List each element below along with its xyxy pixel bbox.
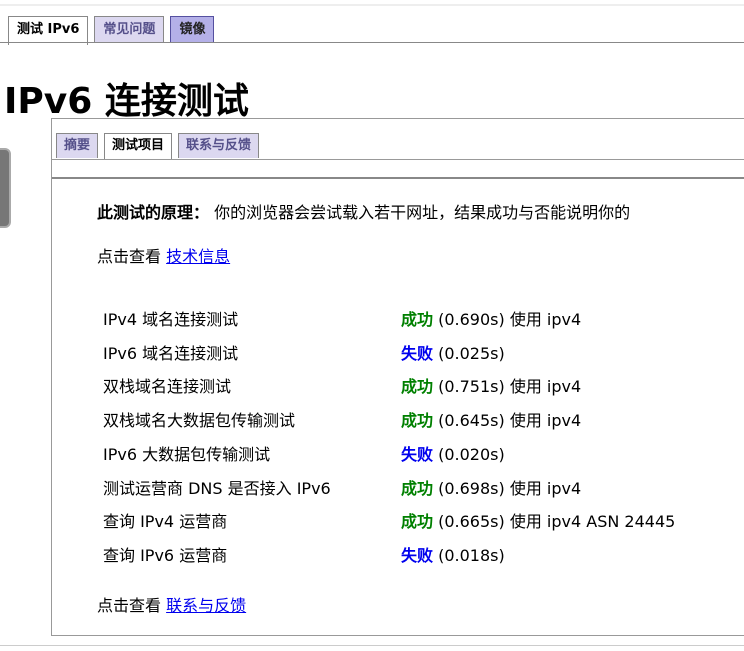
test-name: IPv4 域名连接测试	[103, 310, 239, 329]
test-result: 成功 (0.645s) 使用 ipv4	[401, 407, 581, 431]
test-name: 双栈域名大数据包传输测试	[103, 411, 296, 431]
test-name: 查询 IPv6 运营商	[103, 545, 228, 565]
test-result: 成功 (0.698s) 使用 ipv4	[401, 475, 581, 499]
test-detail: (0.690s) 使用 ipv4	[438, 310, 582, 329]
content-divider	[52, 177, 744, 179]
tech-info-link[interactable]: 技术信息	[166, 247, 230, 266]
test-result: 成功 (0.751s) 使用 ipv4	[401, 373, 581, 397]
tab-mirror[interactable]: 镜像	[170, 16, 215, 43]
top-tabs: 测试 IPv6 常见问题 镜像	[8, 16, 215, 45]
feedback-link[interactable]: 联系与反馈	[166, 596, 246, 615]
test-name: 查询 IPv4 运营商	[103, 512, 228, 532]
test-detail: (0.665s) 使用 ipv4 ASN 24445	[438, 512, 676, 532]
test-result: 失败 (0.025s)	[401, 340, 505, 364]
tab-test-ipv6[interactable]: 测试 IPv6	[8, 16, 89, 45]
status-badge: 成功	[401, 377, 434, 397]
test-detail: (0.751s) 使用 ipv4	[438, 377, 582, 397]
bottom-divider	[0, 645, 744, 646]
inner-tabs: 摘要 测试项目 联系与反馈	[56, 133, 260, 160]
side-handle[interactable]	[0, 148, 11, 228]
tab-summary[interactable]: 摘要	[56, 133, 99, 158]
status-badge: 成功	[401, 478, 434, 498]
view-prefix: 点击查看	[97, 247, 162, 266]
status-badge: 失败	[401, 545, 434, 565]
test-detail: (0.018s)	[438, 545, 505, 565]
test-result: 失败 (0.020s)	[401, 441, 505, 465]
test-name: 测试运营商 DNS 是否接入 IPv6	[103, 478, 331, 498]
test-panel: 摘要 测试项目 联系与反馈 此测试的原理： 你的浏览器会尝试载入若干网址，结果成…	[51, 118, 744, 636]
tech-info-line: 点击查看 技术信息	[97, 243, 230, 267]
test-result: 成功 (0.665s) 使用 ipv4 ASN 24445	[401, 508, 675, 532]
principle-label: 此测试的原理：	[97, 203, 210, 222]
view-prefix: 点击查看	[97, 596, 162, 615]
principle: 此测试的原理： 你的浏览器会尝试载入若干网址，结果成功与否能说明你的	[97, 199, 630, 223]
inner-tab-divider	[52, 159, 744, 160]
tab-faq[interactable]: 常见问题	[94, 16, 165, 43]
top-divider	[0, 4, 744, 6]
principle-text: 你的浏览器会尝试载入若干网址，结果成功与否能说明你的	[214, 203, 631, 222]
test-detail: (0.698s) 使用 ipv4	[438, 478, 582, 498]
feedback-line: 点击查看 联系与反馈	[97, 592, 246, 616]
test-name: IPv6 域名连接测试	[103, 343, 239, 363]
test-detail: (0.025s)	[438, 343, 505, 363]
status-badge: 失败	[401, 343, 434, 363]
status-badge: 成功	[401, 411, 434, 431]
status-badge: 成功	[401, 512, 434, 532]
tab-divider	[0, 42, 744, 43]
test-detail: (0.020s)	[438, 444, 505, 464]
status-badge: 成功	[401, 310, 434, 329]
page-title: IPv6 连接测试	[4, 81, 249, 122]
test-detail: (0.645s) 使用 ipv4	[438, 411, 582, 431]
tab-test-items[interactable]: 测试项目	[104, 133, 173, 160]
tab-feedback[interactable]: 联系与反馈	[178, 133, 260, 158]
status-badge: 失败	[401, 444, 434, 464]
test-result: 失败 (0.018s)	[401, 542, 505, 566]
test-name: 双栈域名连接测试	[103, 377, 232, 397]
test-name: IPv6 大数据包传输测试	[103, 444, 271, 464]
test-result: 成功 (0.690s) 使用 ipv4	[401, 306, 581, 330]
